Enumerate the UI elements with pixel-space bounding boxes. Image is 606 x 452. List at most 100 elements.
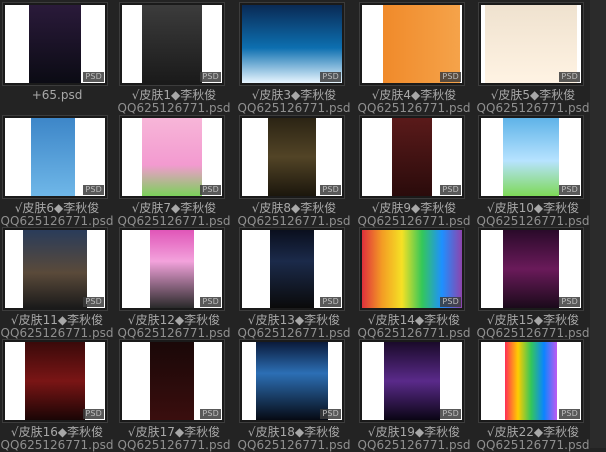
file-thumbnail[interactable]: PSD [239, 339, 345, 423]
file-name-line2: QQ625126771.psd [476, 438, 590, 452]
file-name-label: √皮肤7◆李秋俊 QQ625126771.psd [111, 202, 237, 228]
design-preview-image [142, 5, 202, 83]
file-thumbnail[interactable]: PSD [119, 2, 225, 86]
psd-badge: PSD [559, 72, 580, 82]
file-item[interactable]: PSD √皮肤12◆李秋俊 QQ625126771.psd [118, 227, 230, 340]
file-name-label: √皮肤19◆李秋俊 QQ625126771.psd [351, 426, 477, 452]
file-name-line2: QQ625126771.psd [117, 101, 231, 115]
file-item[interactable]: PSD √皮肤14◆李秋俊 QQ625126771.psd [358, 227, 470, 340]
file-thumbnail[interactable]: PSD [239, 115, 345, 199]
file-thumbnail[interactable]: PSD [2, 2, 108, 86]
file-thumbnail[interactable]: PSD [359, 339, 465, 423]
psd-badge: PSD [83, 409, 104, 419]
file-item[interactable]: PSD √皮肤4◆李秋俊 QQ625126771.psd [358, 2, 470, 115]
design-preview-image [503, 118, 559, 196]
psd-badge: PSD [320, 409, 341, 419]
file-name-label: +65.psd [0, 89, 120, 102]
file-item[interactable]: PSD √皮肤5◆李秋俊 QQ625126771.psd [477, 2, 589, 115]
file-item[interactable]: PSD √皮肤3◆李秋俊 QQ625126771.psd [238, 2, 350, 115]
file-thumbnail[interactable]: PSD [119, 227, 225, 311]
psd-badge: PSD [440, 185, 461, 195]
file-name-line2: QQ625126771.psd [0, 438, 114, 452]
file-thumbnail[interactable]: PSD [478, 2, 584, 86]
psd-badge: PSD [559, 297, 580, 307]
design-preview-image [150, 342, 194, 420]
file-thumbnail[interactable]: PSD [359, 115, 465, 199]
psd-badge: PSD [440, 72, 461, 82]
file-name-label: √皮肤5◆李秋俊 QQ625126771.psd [470, 89, 596, 115]
design-preview-image [268, 118, 316, 196]
file-thumbnail[interactable]: PSD [239, 227, 345, 311]
file-name-label: √皮肤18◆李秋俊 QQ625126771.psd [231, 426, 357, 452]
design-preview-image [29, 5, 81, 83]
design-preview-image [23, 230, 87, 308]
design-preview-image [31, 118, 75, 196]
file-item[interactable]: PSD √皮肤6◆李秋俊 QQ625126771.psd [1, 115, 113, 228]
file-name-line2: QQ625126771.psd [476, 101, 590, 115]
file-name-label: √皮肤4◆李秋俊 QQ625126771.psd [351, 89, 477, 115]
file-name-line2: QQ625126771.psd [117, 438, 231, 452]
file-name-label: √皮肤1◆李秋俊 QQ625126771.psd [111, 89, 237, 115]
psd-badge: PSD [320, 185, 341, 195]
file-thumbnail[interactable]: PSD [119, 115, 225, 199]
file-thumbnail[interactable]: PSD [2, 227, 108, 311]
file-thumbnail[interactable]: PSD [119, 339, 225, 423]
file-item[interactable]: PSD √皮肤17◆李秋俊 QQ625126771.psd [118, 339, 230, 452]
file-thumbnail[interactable]: PSD [478, 115, 584, 199]
file-thumbnail[interactable]: PSD [2, 339, 108, 423]
file-item[interactable]: PSD √皮肤16◆李秋俊 QQ625126771.psd [1, 339, 113, 452]
psd-badge: PSD [83, 72, 104, 82]
psd-badge: PSD [200, 409, 221, 419]
file-item[interactable]: PSD √皮肤18◆李秋俊 QQ625126771.psd [238, 339, 350, 452]
file-name-label: √皮肤11◆李秋俊 QQ625126771.psd [0, 314, 120, 340]
psd-badge: PSD [200, 72, 221, 82]
design-preview-image [270, 230, 314, 308]
psd-badge: PSD [200, 297, 221, 307]
psd-badge: PSD [559, 409, 580, 419]
file-item[interactable]: PSD √皮肤9◆李秋俊 QQ625126771.psd [358, 115, 470, 228]
file-item[interactable]: PSD √皮肤7◆李秋俊 QQ625126771.psd [118, 115, 230, 228]
file-name-label: √皮肤22◆李秋俊 QQ625126771.psd [470, 426, 596, 452]
psd-badge: PSD [559, 185, 580, 195]
psd-badge: PSD [83, 297, 104, 307]
file-item[interactable]: PSD √皮肤13◆李秋俊 QQ625126771.psd [238, 227, 350, 340]
file-name-label: √皮肤16◆李秋俊 QQ625126771.psd [0, 426, 120, 452]
file-item[interactable]: PSD √皮肤10◆李秋俊 QQ625126771.psd [477, 115, 589, 228]
psd-badge: PSD [320, 297, 341, 307]
file-thumbnail[interactable]: PSD [2, 115, 108, 199]
file-name-label: √皮肤6◆李秋俊 QQ625126771.psd [0, 202, 120, 228]
file-name-label: √皮肤12◆李秋俊 QQ625126771.psd [111, 314, 237, 340]
file-item[interactable]: PSD √皮肤11◆李秋俊 QQ625126771.psd [1, 227, 113, 340]
file-name-line2: QQ625126771.psd [357, 438, 471, 452]
psd-badge: PSD [200, 185, 221, 195]
file-item[interactable]: PSD √皮肤1◆李秋俊 QQ625126771.psd [118, 2, 230, 115]
file-name-label: √皮肤15◆李秋俊 QQ625126771.psd [470, 314, 596, 340]
psd-badge: PSD [440, 297, 461, 307]
design-preview-image [256, 342, 328, 420]
psd-badge: PSD [320, 72, 341, 82]
file-item[interactable]: PSD √皮肤22◆李秋俊 QQ625126771.psd [477, 339, 589, 452]
design-preview-image [150, 230, 194, 308]
design-preview-image [142, 118, 202, 196]
file-thumbnail[interactable]: PSD [359, 227, 465, 311]
file-name-label: √皮肤10◆李秋俊 QQ625126771.psd [470, 202, 596, 228]
file-item[interactable]: PSD √皮肤8◆李秋俊 QQ625126771.psd [238, 115, 350, 228]
file-name-label: √皮肤13◆李秋俊 QQ625126771.psd [231, 314, 357, 340]
file-thumbnail[interactable]: PSD [359, 2, 465, 86]
file-item[interactable]: PSD √皮肤15◆李秋俊 QQ625126771.psd [477, 227, 589, 340]
design-preview-image [25, 342, 85, 420]
file-name-line1: +65.psd [31, 89, 83, 102]
file-item[interactable]: PSD √皮肤19◆李秋俊 QQ625126771.psd [358, 339, 470, 452]
file-thumbnail[interactable]: PSD [239, 2, 345, 86]
file-thumbnail[interactable]: PSD [478, 339, 584, 423]
psd-badge: PSD [83, 185, 104, 195]
file-name-line2: QQ625126771.psd [237, 438, 351, 452]
design-preview-image [505, 342, 557, 420]
file-item[interactable]: PSD +65.psd [2, 2, 112, 114]
design-preview-image [384, 342, 440, 420]
file-name-label: √皮肤3◆李秋俊 QQ625126771.psd [231, 89, 357, 115]
file-name-line2: QQ625126771.psd [237, 101, 351, 115]
psd-badge: PSD [440, 409, 461, 419]
file-thumbnail[interactable]: PSD [478, 227, 584, 311]
scrollbar[interactable] [590, 0, 606, 448]
